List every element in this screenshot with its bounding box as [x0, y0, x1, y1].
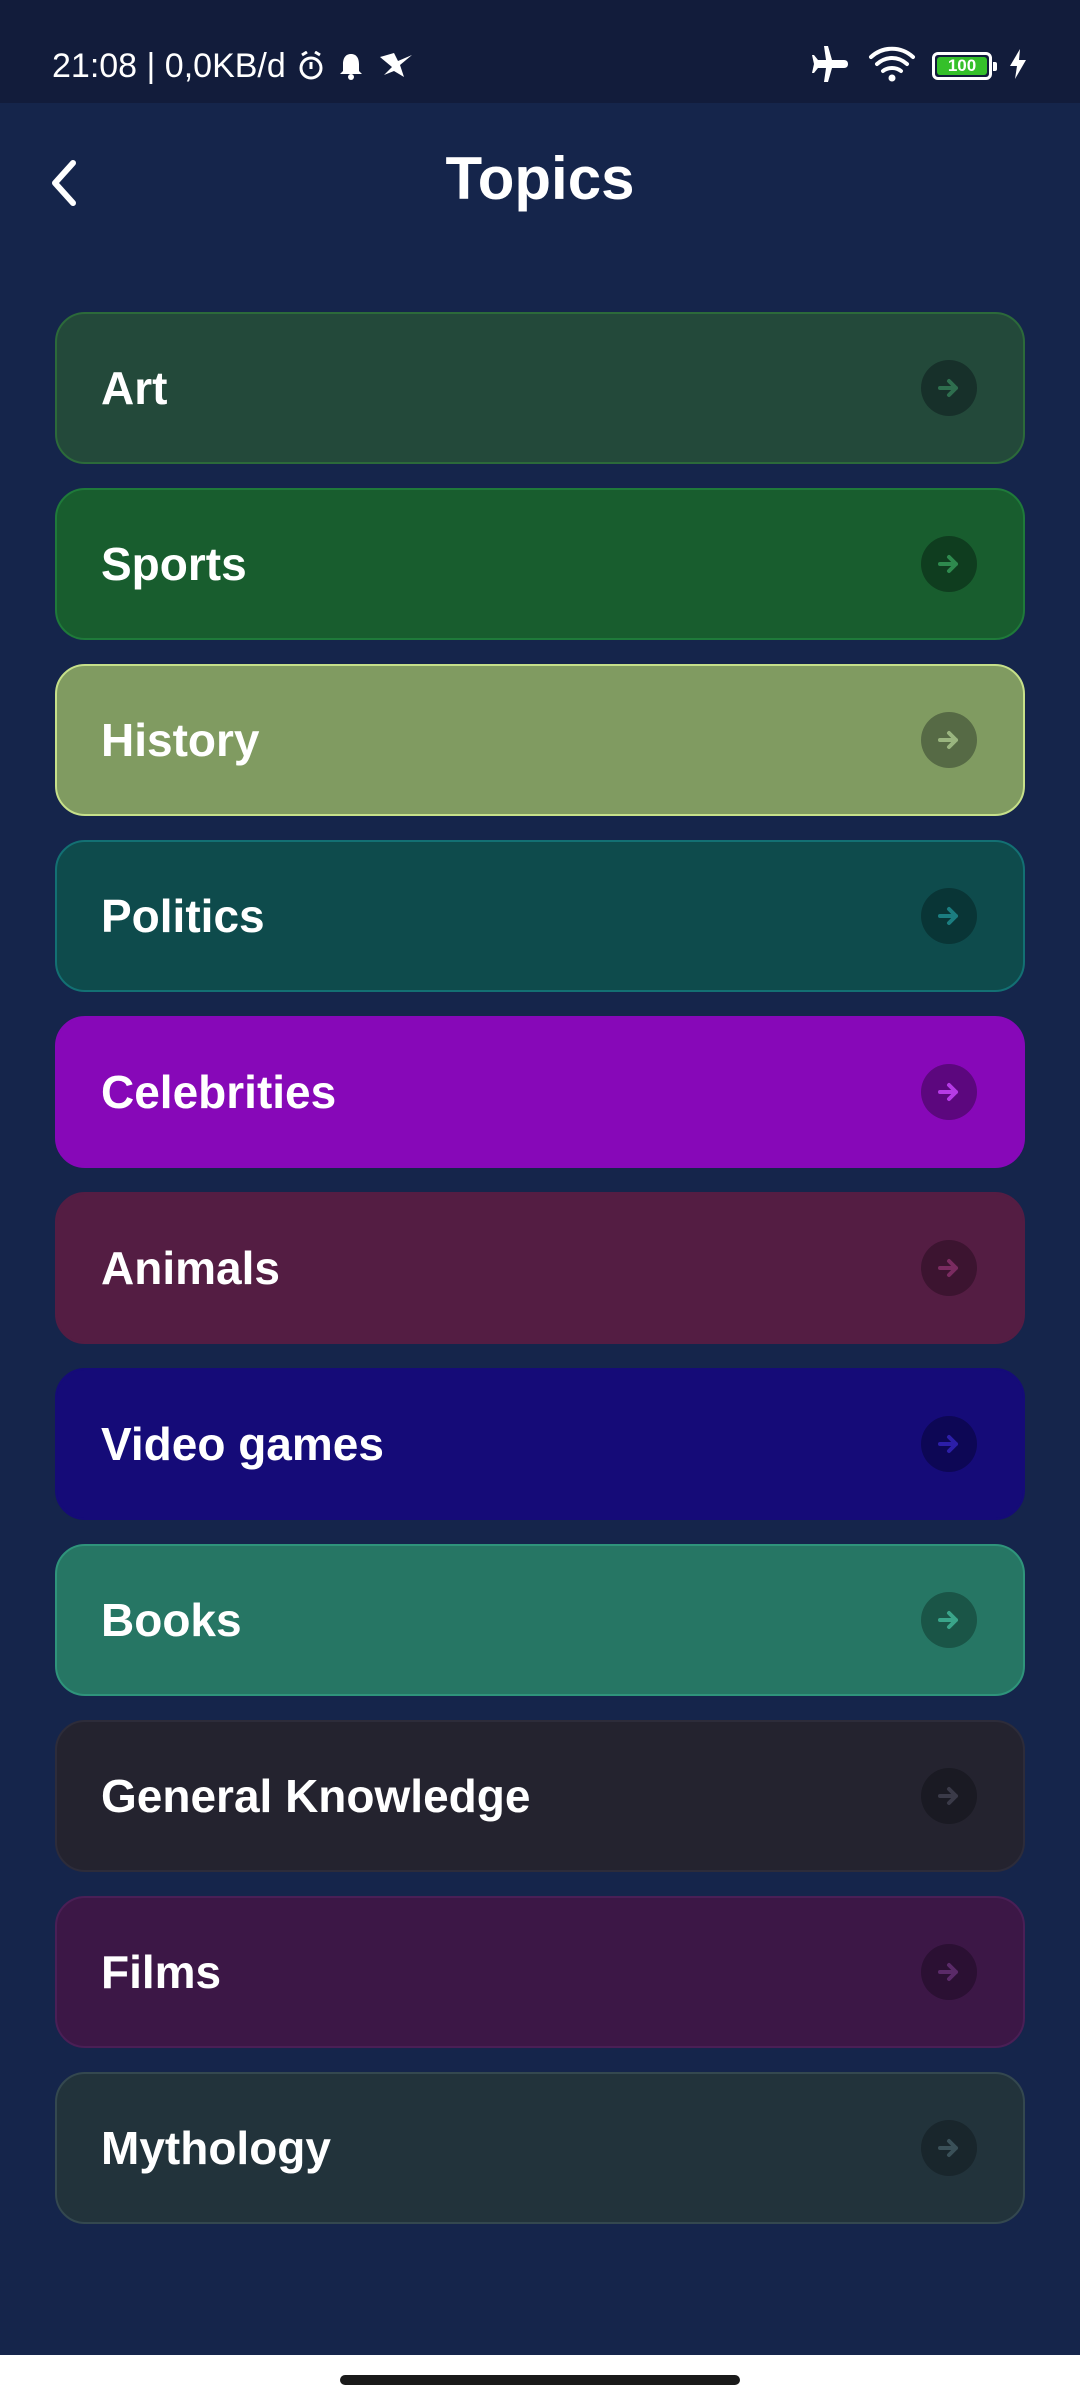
topic-card[interactable]: General Knowledge: [55, 1720, 1025, 1872]
topic-label: Films: [101, 1946, 222, 1998]
status-right: 100: [808, 44, 1028, 88]
topic-card[interactable]: Video games: [55, 1368, 1025, 1520]
status-time: 21:08 | 0,0KB/d: [52, 47, 286, 85]
battery-level: 100: [947, 56, 977, 75]
navigation-bar: [0, 2355, 1080, 2400]
topic-card[interactable]: Animals: [55, 1192, 1025, 1344]
arrow-right-icon[interactable]: [921, 888, 977, 944]
topic-list: Art Sports History Politics Celebrities Anima…: [55, 312, 1025, 2248]
topic-label: Books: [101, 1594, 242, 1646]
arrow-right-icon[interactable]: [921, 2120, 977, 2176]
topic-card[interactable]: Sports: [55, 488, 1025, 640]
topic-card[interactable]: Art: [55, 312, 1025, 464]
topic-label: Mythology: [101, 2122, 331, 2174]
arrow-right-icon[interactable]: [921, 1768, 977, 1824]
page-title: Topics: [445, 145, 635, 212]
arrow-right-icon[interactable]: [921, 1944, 977, 2000]
topic-label: Art: [101, 362, 168, 414]
arrow-right-icon[interactable]: [921, 1064, 977, 1120]
topic-card[interactable]: Books: [55, 1544, 1025, 1696]
topic-label: Sports: [101, 538, 247, 590]
bell-icon: [336, 51, 366, 81]
screen: 21:08 | 0,0KB/d 100 Topics Art Sports Hi…: [0, 0, 1080, 2400]
header: Topics: [0, 103, 1080, 253]
topic-label: Celebrities: [101, 1066, 337, 1118]
home-indicator[interactable]: [340, 2375, 740, 2385]
topic-card[interactable]: History: [55, 664, 1025, 816]
topic-label: Animals: [101, 1242, 280, 1294]
status-bar: 21:08 | 0,0KB/d 100: [0, 0, 1080, 103]
bird-icon: [378, 51, 414, 81]
airplane-mode-icon: [808, 44, 852, 89]
arrow-right-icon[interactable]: [921, 712, 977, 768]
battery-icon: 100: [932, 52, 997, 80]
arrow-right-icon[interactable]: [921, 536, 977, 592]
arrow-right-icon[interactable]: [921, 1416, 977, 1472]
topic-card[interactable]: Politics: [55, 840, 1025, 992]
topic-label: Video games: [101, 1418, 384, 1470]
arrow-right-icon[interactable]: [921, 1592, 977, 1648]
wifi-icon: [868, 45, 916, 88]
topic-card[interactable]: Celebrities: [55, 1016, 1025, 1168]
topic-label: General Knowledge: [101, 1770, 531, 1822]
topic-label: Politics: [101, 890, 265, 942]
topic-card[interactable]: Mythology: [55, 2072, 1025, 2224]
topic-label: History: [101, 714, 260, 766]
arrow-right-icon[interactable]: [921, 1240, 977, 1296]
topic-card[interactable]: Films: [55, 1896, 1025, 2048]
arrow-right-icon[interactable]: [921, 360, 977, 416]
status-left: 21:08 | 0,0KB/d: [52, 44, 414, 88]
alarm-icon: [298, 51, 324, 81]
charging-icon: [1008, 48, 1028, 85]
